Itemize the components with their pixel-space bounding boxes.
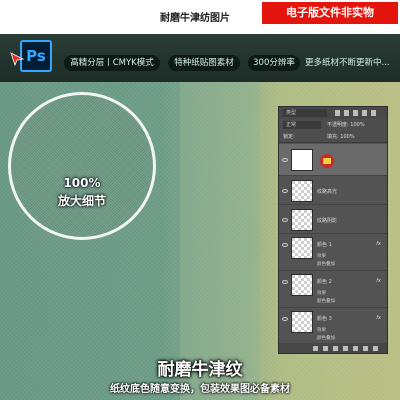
more-updates-text: 更多纸材不断更新中... bbox=[305, 58, 390, 68]
fx-icon[interactable]: fx bbox=[376, 278, 381, 284]
zoom-detail-circle bbox=[8, 92, 156, 240]
visibility-eye-icon[interactable] bbox=[282, 218, 288, 222]
layer-thumbnail bbox=[291, 274, 313, 296]
kind-filter-select[interactable]: 类型 bbox=[283, 109, 327, 117]
product-title: 耐磨牛津纹 bbox=[157, 360, 243, 380]
layers-footer-toolbar bbox=[279, 343, 387, 353]
lock-row: 锁定: 填充: 100% bbox=[279, 131, 387, 143]
new-group-icon[interactable] bbox=[353, 345, 358, 351]
visibility-eye-icon[interactable] bbox=[282, 158, 288, 162]
cursor-icon bbox=[10, 52, 25, 66]
pixel-filter-icon[interactable] bbox=[335, 110, 340, 116]
layer-name: 颜色 1 bbox=[317, 242, 332, 248]
logo-mark-icon bbox=[320, 154, 334, 168]
filter-icons bbox=[335, 110, 383, 116]
layer-row[interactable] bbox=[279, 144, 387, 176]
visibility-eye-icon[interactable] bbox=[282, 317, 288, 321]
opacity-field[interactable]: 不透明度: 100% bbox=[327, 121, 365, 129]
layer-thumbnail bbox=[291, 149, 313, 171]
zoom-percent: 100% bbox=[63, 176, 101, 190]
tag-cmyk: 高精分层丨CMYK模式 bbox=[64, 55, 160, 71]
layer-filter-row: 类型 bbox=[279, 107, 387, 119]
effects-label: 效果 bbox=[317, 328, 326, 333]
layer-row[interactable]: 颜色 1 fx 效果 颜色叠加 bbox=[279, 235, 387, 271]
texture-color-band bbox=[180, 82, 260, 400]
layer-row[interactable]: 纹路阴影 bbox=[279, 206, 387, 234]
zoom-label: 放大细节 bbox=[57, 194, 106, 208]
layer-thumbnail bbox=[291, 311, 313, 333]
fill-field[interactable]: 填充: 100% bbox=[327, 133, 355, 141]
add-style-icon[interactable] bbox=[323, 345, 328, 351]
top-header: 耐磨牛津纺图片 电子版文件非实物 bbox=[0, 0, 400, 32]
tag-resolution: 300分辨率 bbox=[248, 55, 300, 71]
color-overlay-effect[interactable]: 颜色叠加 bbox=[317, 261, 335, 267]
digital-file-badge: 电子版文件非实物 bbox=[262, 2, 398, 24]
shape-filter-icon[interactable] bbox=[362, 110, 367, 116]
visibility-eye-icon[interactable] bbox=[282, 280, 288, 284]
feature-banner: Ps 高精分层丨CMYK模式 特种纸贴图素材 300分辨率 更多纸材不断更新中.… bbox=[0, 34, 400, 82]
fx-icon[interactable]: fx bbox=[376, 241, 381, 247]
adjustment-layer-icon[interactable] bbox=[343, 345, 348, 351]
blend-mode-select[interactable]: 正常 bbox=[283, 121, 321, 129]
layer-row[interactable]: 纹路高光 bbox=[279, 177, 387, 205]
layer-thumbnail bbox=[291, 237, 313, 259]
layers-panel: 类型 正常 不透明度: 100% 锁定: 填充: 100% 纹路高光 纹路阴影 … bbox=[278, 106, 388, 354]
add-mask-icon[interactable] bbox=[333, 345, 338, 351]
text-filter-icon[interactable] bbox=[353, 110, 358, 116]
layer-name: 纹路阴影 bbox=[317, 218, 338, 224]
trash-icon[interactable] bbox=[373, 345, 378, 351]
effects-label: 效果 bbox=[317, 254, 326, 259]
visibility-eye-icon[interactable] bbox=[282, 189, 288, 193]
visibility-eye-icon[interactable] bbox=[282, 243, 288, 247]
product-subtitle: 纸纹底色随意变换，包装效果图必备素材 bbox=[110, 384, 290, 395]
layer-name: 颜色 3 bbox=[317, 316, 332, 322]
color-overlay-effect[interactable]: 颜色叠加 bbox=[317, 335, 335, 341]
lock-label: 锁定: bbox=[283, 134, 295, 140]
adjustment-filter-icon[interactable] bbox=[344, 110, 349, 116]
blend-row: 正常 不透明度: 100% bbox=[279, 119, 387, 131]
color-overlay-effect[interactable]: 颜色叠加 bbox=[317, 298, 335, 304]
layer-name: 颜色 2 bbox=[317, 279, 332, 285]
layer-row[interactable]: 颜色 2 fx 效果 颜色叠加 bbox=[279, 272, 387, 308]
layer-thumbnail bbox=[291, 209, 313, 231]
layer-row[interactable]: 颜色 3 fx 效果 颜色叠加 bbox=[279, 309, 387, 345]
layer-name: 纹路高光 bbox=[317, 189, 338, 195]
new-layer-icon[interactable] bbox=[363, 345, 368, 351]
tag-special-paper: 特种纸贴图素材 bbox=[168, 55, 240, 71]
link-layers-icon[interactable] bbox=[313, 345, 318, 351]
smart-filter-icon[interactable] bbox=[371, 110, 376, 116]
effects-label: 效果 bbox=[317, 291, 326, 296]
fx-icon[interactable]: fx bbox=[376, 315, 381, 321]
page-title: 耐磨牛津纺图片 bbox=[160, 13, 230, 24]
layer-thumbnail bbox=[291, 180, 313, 202]
